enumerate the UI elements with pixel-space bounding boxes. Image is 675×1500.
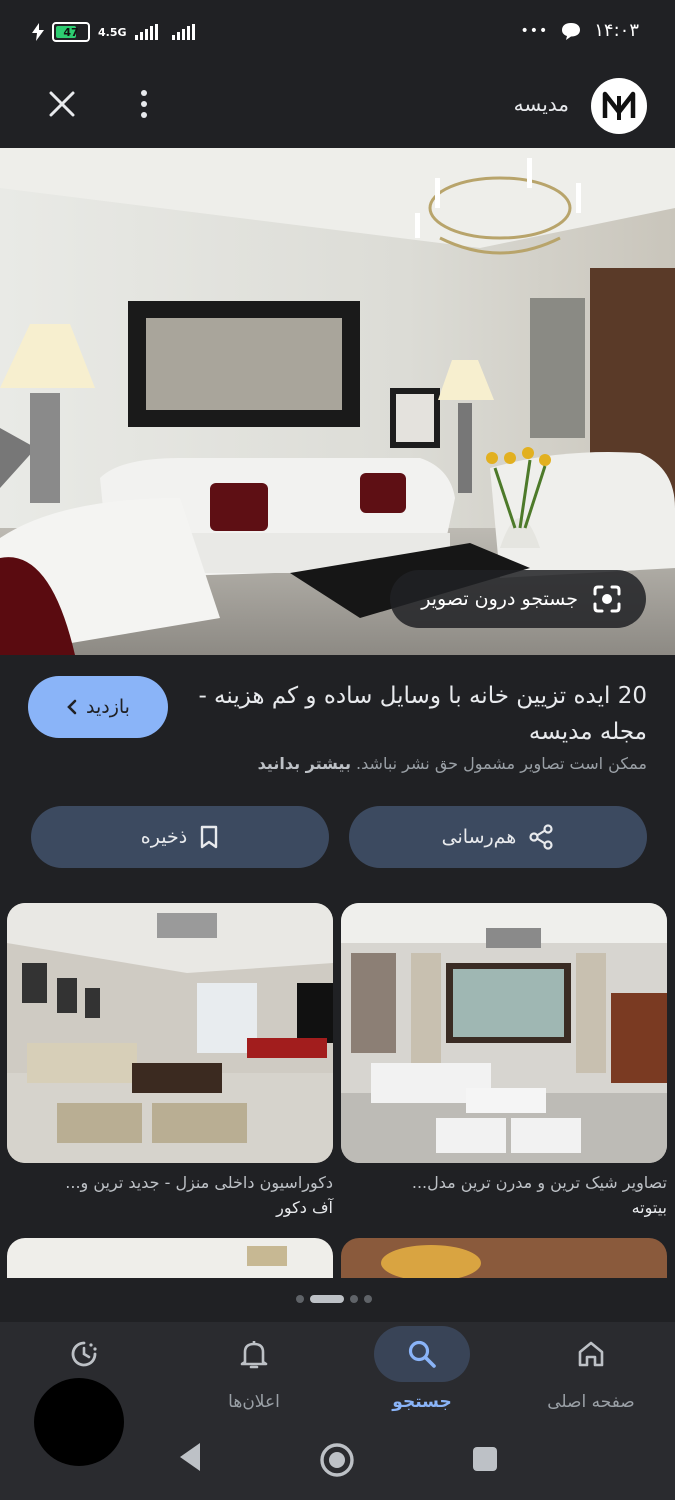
nav-notifications[interactable]: اعلان‌ها (184, 1326, 324, 1412)
related-card[interactable]: دکوراسیون داخلی منزل - جدید ترین و... آف… (7, 903, 333, 1217)
visit-button[interactable]: بازدید (28, 676, 168, 738)
status-left: 47 4.5G (32, 22, 195, 42)
history-icon (71, 1341, 97, 1367)
search-icon (408, 1340, 436, 1368)
share-button[interactable]: هم‌رسانی (349, 806, 647, 868)
search-in-image-button[interactable]: جستجو درون تصویر (390, 570, 646, 628)
nav-notifications-label: اعلان‌ها (228, 1392, 280, 1412)
battery-icon: 47 (52, 22, 90, 42)
recents-button[interactable] (472, 1446, 498, 1476)
nav-search-label: جستجو (392, 1392, 452, 1412)
message-icon (562, 22, 581, 40)
copyright-notice: ممکن است تصاویر مشمول حق نشر نباشد. بیشت… (258, 754, 647, 773)
status-right: ••• ۱۴:۰۳ (520, 20, 639, 41)
dot (141, 112, 147, 118)
related-source: بیتوته (631, 1198, 667, 1217)
learn-more-link[interactable]: بیشتر بدانید (258, 754, 351, 773)
related-card-partial[interactable] (341, 1238, 667, 1278)
related-thumbnail[interactable] (7, 903, 333, 1163)
square-icon (473, 1447, 497, 1471)
share-label: هم‌رسانی (441, 826, 517, 848)
visit-label: بازدید (86, 696, 130, 718)
site-logo-mark (602, 91, 636, 120)
dot (141, 101, 147, 107)
nav-notifications-icon-wrap (206, 1326, 302, 1382)
clock: ۱۴:۰۳ (594, 20, 639, 41)
related-thumbnail[interactable] (341, 903, 667, 1163)
related-caption: تصاویر شیک ترین و مدرن ترین مدل... (411, 1173, 667, 1192)
copyright-text: ممکن است تصاویر مشمول حق نشر نباشد. (356, 754, 647, 773)
related-image (341, 903, 667, 1163)
more-options-button[interactable] (132, 86, 156, 122)
pagination-dots (296, 1295, 372, 1303)
redacted-avatar (34, 1378, 124, 1466)
related-source: آف دکور (276, 1198, 333, 1217)
related-card-partial[interactable] (7, 1238, 333, 1278)
back-button[interactable] (178, 1440, 202, 1478)
related-image (7, 1238, 333, 1278)
charging-icon (32, 23, 44, 41)
chevron-left-icon (67, 699, 77, 715)
network-type: 4.5G (98, 25, 127, 39)
nav-activity-icon-wrap (36, 1326, 132, 1382)
lens-icon (593, 585, 621, 613)
battery-level: 47 (63, 25, 79, 39)
page-dot (296, 1295, 304, 1303)
bookmark-icon (200, 825, 218, 849)
page-dot-active (310, 1295, 344, 1303)
signal-icon-2 (171, 24, 195, 40)
related-image (7, 903, 333, 1163)
status-bar: 47 4.5G ••• ۱۴:۰۳ (0, 0, 675, 70)
home-system-button[interactable] (318, 1441, 356, 1483)
page-dot (364, 1295, 372, 1303)
close-icon (49, 91, 75, 117)
nav-home[interactable]: صفحه اصلی (521, 1326, 661, 1412)
related-caption: دکوراسیون داخلی منزل - جدید ترین و... (65, 1173, 333, 1192)
back-icon (180, 1443, 200, 1471)
result-title[interactable]: 20 ایده تزیین خانه با وسایل ساده و کم هز… (177, 678, 647, 750)
signal-icon (134, 24, 158, 40)
nav-home-label: صفحه اصلی (547, 1392, 635, 1412)
site-name[interactable]: مدیسه (514, 92, 569, 116)
more-notifications: ••• (520, 22, 549, 39)
home-icon (578, 1341, 604, 1367)
save-label: ذخیره (140, 826, 188, 848)
site-logo[interactable] (591, 78, 647, 134)
circle-icon (320, 1443, 354, 1477)
share-icon (529, 824, 553, 850)
related-card[interactable]: تصاویر شیک ترین و مدرن ترین مدل... بیتوت… (341, 903, 667, 1217)
nav-search-icon-wrap (374, 1326, 470, 1382)
search-in-image-label: جستجو درون تصویر (421, 588, 578, 610)
related-image (341, 1238, 667, 1278)
nav-search[interactable]: جستجو (352, 1326, 492, 1412)
bell-icon (240, 1341, 268, 1369)
page-dot (350, 1295, 358, 1303)
close-button[interactable] (44, 86, 80, 122)
save-button[interactable]: ذخیره (31, 806, 329, 868)
dot (141, 90, 147, 96)
nav-home-icon-wrap (543, 1326, 639, 1382)
